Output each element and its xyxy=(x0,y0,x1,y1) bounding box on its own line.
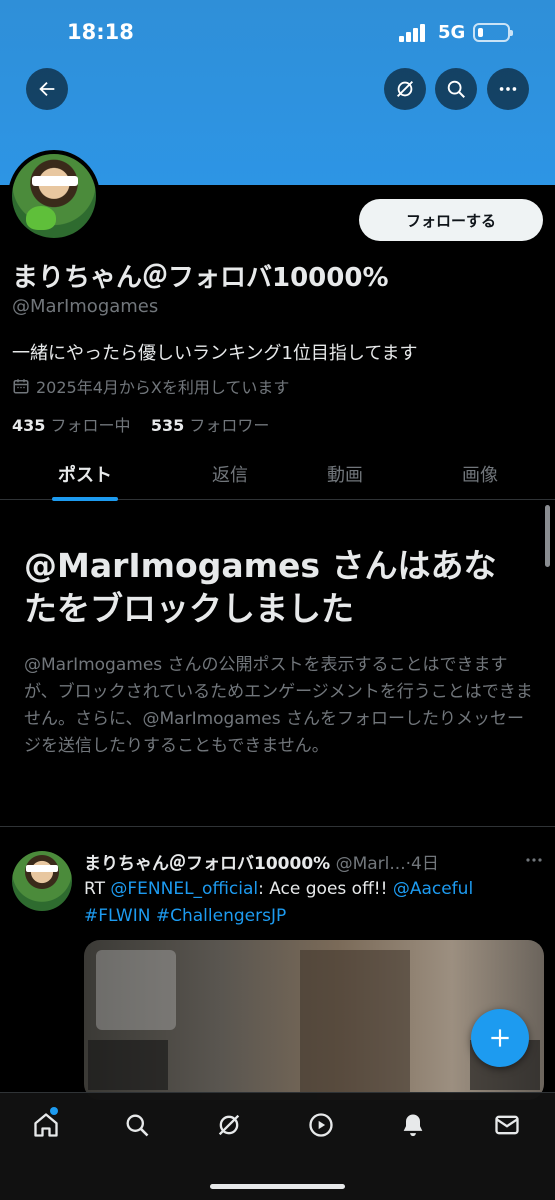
battery-icon xyxy=(473,23,513,42)
status-time: 18:18 xyxy=(67,20,134,44)
home-icon xyxy=(34,1113,58,1137)
post-text-body: : Ace goes off!! xyxy=(258,879,393,899)
tab-label: 返信 xyxy=(212,465,248,486)
post-author-name[interactable]: まりちゃん＠フォロバ10000% xyxy=(84,854,330,874)
nav-search[interactable] xyxy=(117,1107,157,1143)
profile-avatar[interactable] xyxy=(8,150,100,242)
post-more-icon[interactable] xyxy=(524,852,544,868)
post-time: ·4日 xyxy=(405,854,439,874)
notification-dot xyxy=(50,1107,58,1115)
tab-videos[interactable]: 動画 xyxy=(280,448,410,500)
divider xyxy=(0,826,555,827)
mention-link[interactable]: @Aaceful xyxy=(393,879,473,899)
follow-counts: 435 フォロー中 535 フォロワー xyxy=(12,412,269,436)
home-indicator xyxy=(210,1184,345,1189)
post-author-handle: @Marl... xyxy=(335,854,406,874)
tab-label: 動画 xyxy=(327,465,363,486)
grok-button[interactable] xyxy=(384,68,426,110)
more-horizontal-icon xyxy=(499,87,517,91)
search-icon xyxy=(126,1114,149,1137)
grok-icon xyxy=(397,81,413,97)
post-avatar[interactable] xyxy=(12,851,72,911)
search-icon xyxy=(447,80,465,98)
network-type: 5G xyxy=(438,22,466,43)
scrollbar[interactable] xyxy=(545,505,550,567)
blocked-description: @MarImogames さんの公開ポストを表示することはできますが、ブロックさ… xyxy=(24,655,533,756)
followers-count: 535 xyxy=(150,416,185,435)
plus-icon xyxy=(491,1029,509,1047)
tab-replies[interactable]: 返信 xyxy=(165,448,295,500)
nav-video[interactable] xyxy=(301,1107,341,1143)
followers-label: フォロワー xyxy=(189,416,270,435)
following-count: 435 xyxy=(12,416,46,435)
profile-bio: 一緒にやったら優しいランキング1位目指してます xyxy=(12,343,418,364)
tab-label: ポスト xyxy=(58,465,112,486)
joined-text: 2025年4月からXを利用しています xyxy=(36,378,290,397)
mail-icon xyxy=(495,1115,519,1135)
followers-link[interactable]: 535 フォロワー xyxy=(151,416,270,435)
calendar-icon xyxy=(13,379,29,394)
tab-posts[interactable]: ポスト xyxy=(20,448,150,501)
joined-date: 2025年4月からXを利用しています xyxy=(12,374,289,398)
profile-tabs: ポスト 返信 動画 画像 xyxy=(0,448,555,501)
video-icon xyxy=(309,1113,333,1137)
blocked-title: @MarImogames さんはあなたをブロックしました xyxy=(24,546,497,628)
nav-grok[interactable] xyxy=(209,1107,249,1143)
post-header: まりちゃん＠フォロバ10000% @Marl...·4日 xyxy=(84,849,494,874)
follow-button[interactable]: フォローする xyxy=(359,199,543,241)
active-tab-indicator xyxy=(52,497,118,501)
back-button[interactable] xyxy=(26,68,68,110)
more-button[interactable] xyxy=(487,68,529,110)
minimap xyxy=(96,950,176,1030)
signal-icon xyxy=(399,24,425,42)
mention-link[interactable]: @FENNEL_official xyxy=(110,879,258,899)
arrow-left-icon xyxy=(39,81,55,97)
compose-button[interactable] xyxy=(471,1009,529,1067)
hashtag-links[interactable]: #FLWIN #ChallengersJP xyxy=(84,906,286,926)
following-link[interactable]: 435 フォロー中 xyxy=(12,416,131,435)
search-button[interactable] xyxy=(435,68,477,110)
bell-icon xyxy=(403,1114,423,1137)
user-handle: @MarImogames xyxy=(12,296,159,317)
post-text: RT @FENNEL_official: Ace goes off!! @Aac… xyxy=(84,876,544,930)
following-label: フォロー中 xyxy=(50,416,131,435)
grok-icon xyxy=(218,1114,240,1136)
display-name: まりちゃん＠フォロバ10000% xyxy=(12,263,389,293)
nav-messages[interactable] xyxy=(487,1107,527,1143)
nav-notifications[interactable] xyxy=(393,1107,433,1143)
status-bar: 18:18 5G xyxy=(0,0,555,66)
nav-home[interactable] xyxy=(26,1107,66,1143)
post-text-prefix: RT xyxy=(84,879,111,899)
tab-images[interactable]: 画像 xyxy=(415,448,545,500)
post-media[interactable] xyxy=(84,940,544,1100)
tab-label: 画像 xyxy=(462,465,498,486)
